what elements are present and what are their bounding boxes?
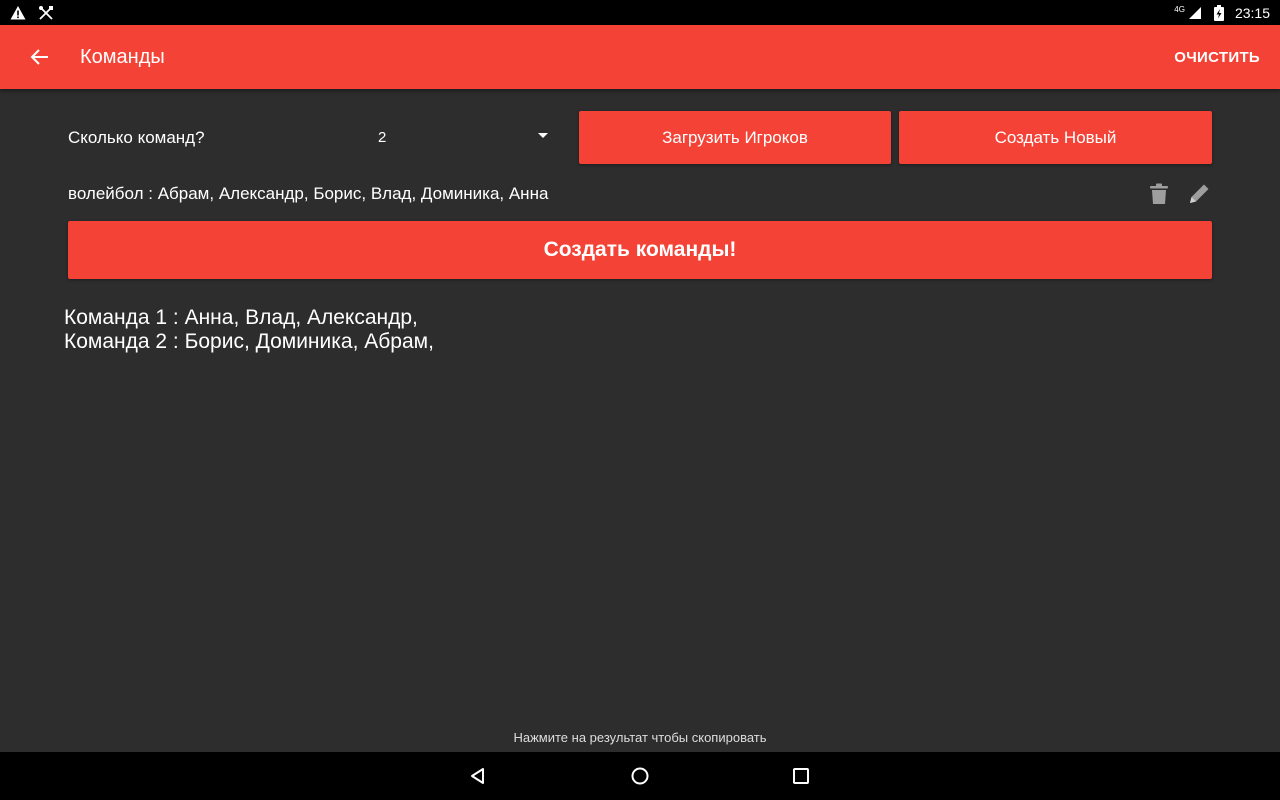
teams-count-dropdown[interactable]: 2 [378,111,548,164]
circle-home-icon [631,767,649,785]
network-type-label: 4G [1174,5,1185,14]
status-time: 23:15 [1234,4,1270,21]
arrow-back-icon [30,49,48,65]
nav-recents-button[interactable] [785,760,817,792]
result-team-1[interactable]: Команда 1 : Анна, Влад, Александр, [64,306,1214,330]
results-list[interactable]: Команда 1 : Анна, Влад, Александр, Коман… [64,306,1214,354]
nav-home-button[interactable] [624,760,656,792]
delete-icon[interactable] [1146,181,1172,207]
teams-count-value: 2 [378,129,387,146]
load-players-button[interactable]: Загрузить Игроков [579,111,891,164]
nav-back-button[interactable] [462,760,494,792]
square-recents-icon [793,768,809,784]
result-team-2[interactable]: Команда 2 : Борис, Доминика, Абрам, [64,330,1214,354]
edit-pencil-icon[interactable] [1186,181,1212,207]
create-teams-button[interactable]: Создать команды! [68,221,1212,279]
clear-button[interactable]: ОЧИСТИТЬ [1174,49,1260,66]
tools-icon [38,5,54,21]
player-group-text: волейбол : Абрам, Александр, Борис, Влад… [68,184,549,203]
copy-hint: Нажмите на результат чтобы скопировать [513,730,767,745]
app-bar: Команды ОЧИСТИТЬ [0,25,1280,89]
create-new-button[interactable]: Создать Новый [899,111,1212,164]
navigation-bar [0,752,1280,800]
player-group-row: волейбол : Абрам, Александр, Борис, Влад… [68,176,1212,212]
dropdown-arrow-icon [538,133,548,138]
signal-icon [1187,5,1203,21]
page-title: Команды [80,45,165,68]
status-bar: 4G 23:15 [0,0,1280,25]
teams-count-label: Сколько команд? [68,127,205,147]
controls-row: Сколько команд? 2 Загрузить Игроков Созд… [68,111,1212,164]
back-button[interactable] [20,37,60,77]
warning-icon [10,5,26,21]
battery-charging-icon [1211,4,1227,21]
triangle-back-icon [471,768,484,784]
